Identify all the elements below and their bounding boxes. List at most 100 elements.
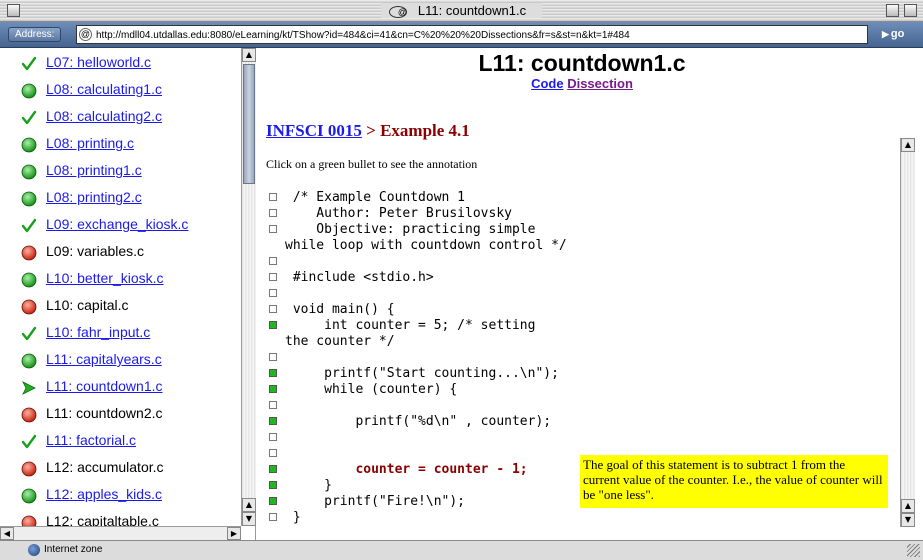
lesson-item[interactable]: L08: calculating1.c <box>0 79 241 106</box>
lesson-item[interactable]: L08: printing.c <box>0 133 241 160</box>
code-link[interactable]: Code <box>531 76 564 91</box>
code-text: int counter = 5; /* setting <box>285 318 536 333</box>
code-line: Author: Peter Brusilovsky <box>257 206 907 222</box>
zoom-box[interactable] <box>886 4 899 17</box>
code-line: } <box>257 510 907 526</box>
status-bar: Internet zone <box>0 540 923 560</box>
lesson-item[interactable]: L10: fahr_input.c <box>0 322 241 349</box>
scroll-up-arrow[interactable]: ▲ <box>901 499 915 513</box>
go-label: go <box>890 28 905 40</box>
go-arrow-icon: ▶ <box>882 29 889 39</box>
lesson-label: L12: capitaltable.c <box>46 513 159 526</box>
code-line: the counter */ <box>257 334 907 350</box>
scroll-up-arrow[interactable]: ▲ <box>242 48 256 62</box>
code-line <box>257 350 907 366</box>
go-button[interactable]: ▶ go <box>882 26 918 43</box>
lesson-label[interactable]: L08: calculating1.c <box>46 81 162 97</box>
lesson-label[interactable]: L08: printing.c <box>46 135 134 151</box>
lesson-label[interactable]: L11: capitalyears.c <box>46 351 162 367</box>
lesson-item[interactable]: L11: factorial.c <box>0 430 241 457</box>
lesson-label[interactable]: L08: printing1.c <box>46 162 142 178</box>
scroll-up-arrow[interactable]: ▲ <box>242 498 256 512</box>
address-input[interactable] <box>96 28 864 42</box>
lesson-item: L12: capitaltable.c <box>0 511 241 526</box>
code-bullet <box>269 209 277 217</box>
code-bullet <box>269 289 277 297</box>
page-title: L11: countdown1.c <box>478 50 686 76</box>
code-bullet <box>269 193 277 201</box>
lesson-item[interactable]: L09: exchange_kiosk.c <box>0 214 241 241</box>
code-text: /* Example Countdown 1 <box>285 190 466 205</box>
code-line: Objective: practicing simple <box>257 222 907 238</box>
resize-grip-icon[interactable] <box>907 544 920 557</box>
code-bullet <box>269 257 277 265</box>
lesson-label[interactable]: L10: fahr_input.c <box>46 324 150 340</box>
dissection-link[interactable]: Dissection <box>567 76 633 91</box>
annotation-bullet[interactable] <box>269 465 277 473</box>
code-line: #include <stdio.h> <box>257 270 907 286</box>
lesson-label[interactable]: L09: exchange_kiosk.c <box>46 216 188 232</box>
lesson-label[interactable]: L07: helloworld.c <box>46 54 151 70</box>
red-bullet-icon <box>21 461 37 477</box>
lesson-label[interactable]: L11: countdown1.c <box>46 378 163 394</box>
address-label: Address: <box>8 27 62 42</box>
annotation-bullet[interactable] <box>269 369 277 377</box>
lesson-item[interactable]: L11: countdown1.c <box>0 376 241 403</box>
title-bar: @ L11: countdown1.c <box>0 0 923 22</box>
checkmark-icon <box>21 434 37 450</box>
annotation-bullet[interactable] <box>269 481 277 489</box>
code-line <box>257 430 907 446</box>
breadcrumb: INFSCI 0015 > Example 4.1 <box>266 121 470 141</box>
red-bullet-icon <box>21 299 37 315</box>
code-line: printf("%d\n" , counter); <box>257 414 907 430</box>
lesson-item[interactable]: L08: printing1.c <box>0 160 241 187</box>
red-bullet-icon <box>21 407 37 423</box>
lesson-label: L09: variables.c <box>46 243 145 259</box>
annotation-bullet[interactable] <box>269 497 277 505</box>
lesson-item[interactable]: L08: calculating2.c <box>0 106 241 133</box>
lesson-item[interactable]: L11: capitalyears.c <box>0 349 241 376</box>
code-text: while loop with countdown control */ <box>285 238 567 253</box>
annotation-bullet[interactable] <box>269 417 277 425</box>
green-bullet-icon <box>21 353 37 369</box>
red-bullet-icon <box>21 515 37 526</box>
scroll-up-arrow[interactable]: ▲ <box>901 138 915 152</box>
green-bullet-icon <box>21 488 37 504</box>
scroll-down-arrow[interactable]: ▼ <box>242 512 256 526</box>
lesson-item[interactable]: L07: helloworld.c <box>0 52 241 79</box>
lesson-item: L09: variables.c <box>0 241 241 268</box>
lesson-item[interactable]: L08: printing2.c <box>0 187 241 214</box>
scroll-right-arrow[interactable]: ▶ <box>227 527 241 540</box>
lesson-item: L11: countdown2.c <box>0 403 241 430</box>
lesson-label[interactable]: L12: apples_kids.c <box>46 486 162 502</box>
lesson-label[interactable]: L11: factorial.c <box>46 432 136 448</box>
lesson-label[interactable]: L08: printing2.c <box>46 189 142 205</box>
lesson-label[interactable]: L10: better_kiosk.c <box>46 270 164 286</box>
lesson-label[interactable]: L08: calculating2.c <box>46 108 162 124</box>
annotation-box: The goal of this statement is to subtrac… <box>580 455 888 508</box>
lesson-item[interactable]: L12: apples_kids.c <box>0 484 241 511</box>
content-scrollbar[interactable]: ▲ ▲ ▼ <box>900 138 915 527</box>
green-bullet-icon <box>21 272 37 288</box>
scroll-thumb[interactable] <box>243 64 255 184</box>
code-text: } <box>285 478 332 493</box>
code-line <box>257 286 907 302</box>
scroll-down-arrow[interactable]: ▼ <box>901 513 915 527</box>
annotation-bullet[interactable] <box>269 385 277 393</box>
collapse-box[interactable] <box>904 4 917 17</box>
green-bullet-icon <box>21 137 37 153</box>
lesson-hscrollbar[interactable]: ◀ ▶ <box>0 526 241 540</box>
lesson-label: L10: capital.c <box>46 297 129 313</box>
code-line: int counter = 5; /* setting <box>257 318 907 334</box>
lesson-item[interactable]: L10: better_kiosk.c <box>0 268 241 295</box>
code-line: /* Example Countdown 1 <box>257 190 907 206</box>
lesson-scrollbar[interactable]: ▲ ▲ ▼ <box>241 48 256 526</box>
course-link[interactable]: INFSCI 0015 <box>266 121 362 140</box>
scroll-left-arrow[interactable]: ◀ <box>0 527 14 540</box>
code-text: Author: Peter Brusilovsky <box>285 206 512 221</box>
breadcrumb-separator: > <box>361 121 381 140</box>
annotation-bullet[interactable] <box>269 321 277 329</box>
address-field[interactable]: @ <box>76 25 868 44</box>
code-text: printf("Start counting...\n"); <box>285 366 559 381</box>
code-text: } <box>285 510 301 525</box>
